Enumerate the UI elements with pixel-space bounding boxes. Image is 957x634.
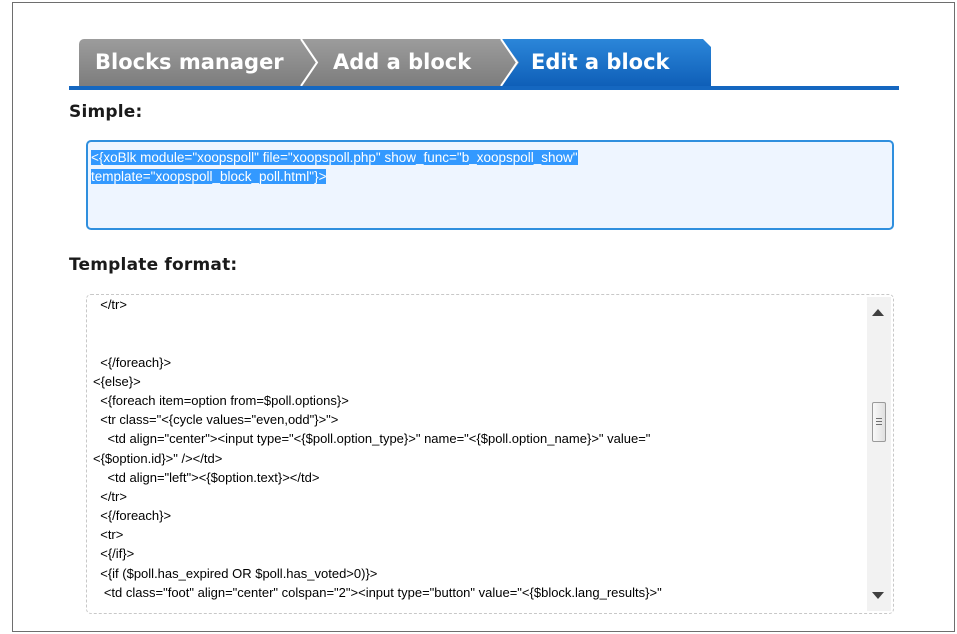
code-line: <{/foreach}> <box>93 508 172 524</box>
tab-bar: Blocks manager Add a block Edit a block <box>79 39 899 86</box>
code-line: <td class="foot" align="center" colspan=… <box>93 584 662 600</box>
arrow-up-icon[interactable] <box>872 309 884 316</box>
simple-field-line-2: template="xoopspoll_block_poll.html"}> <box>91 167 889 186</box>
vertical-scrollbar[interactable] <box>867 297 891 611</box>
tab-edit-a-block[interactable]: Edit a block <box>501 39 711 86</box>
template-format-label: Template format: <box>69 255 238 275</box>
code-line: <{$option.id}>" /></td> <box>93 450 223 466</box>
arrow-down-icon[interactable] <box>872 592 884 599</box>
code-line: <td align="center"><input type="<{$poll.… <box>93 431 651 447</box>
code-line: <{/if}> <box>93 546 135 562</box>
tab-underline <box>69 86 899 90</box>
code-line: </tr> <box>93 488 127 504</box>
template-format-textarea[interactable]: </tr> <{/foreach}> <{else}> <{foreach ite… <box>86 294 894 614</box>
code-line: <{foreach item=option from=$poll.options… <box>93 392 349 408</box>
code-line: <{else}> <box>93 373 141 389</box>
template-code: </tr> <{/foreach}> <{else}> <{foreach ite… <box>93 295 863 613</box>
simple-field-line-1: <{xoBlk module="xoopspoll" file="xoopspo… <box>91 148 889 167</box>
code-line: <{if ($poll.has_expired OR $poll.has_vot… <box>93 565 378 581</box>
code-line: <td align="left"><{$option.text}></td> <box>93 469 320 485</box>
code-line: </tr> <box>93 297 127 312</box>
code-line: <{/foreach}> <box>93 354 172 370</box>
simple-label: Simple: <box>69 102 143 122</box>
code-line: <tr> <box>93 527 124 543</box>
code-line: <tr class="<{cycle values="even,odd"}>"> <box>93 412 339 428</box>
selected-text: <{xoBlk module="xoopspoll" file="xoopspo… <box>91 150 578 165</box>
scrollbar-thumb[interactable] <box>872 401 886 442</box>
simple-field[interactable]: <{xoBlk module="xoopspoll" file="xoopspo… <box>86 140 894 230</box>
selected-text: template="xoopspoll_block_poll.html"}> <box>91 169 327 184</box>
tab-add-a-block[interactable]: Add a block <box>301 39 519 86</box>
tab-blocks-manager[interactable]: Blocks manager <box>79 39 317 86</box>
